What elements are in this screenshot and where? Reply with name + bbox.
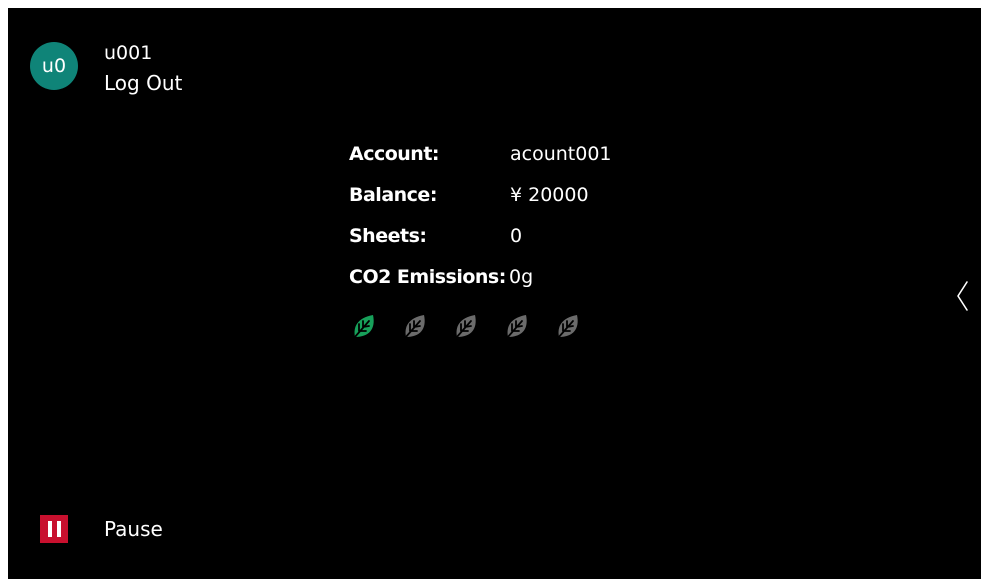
chevron-left-icon[interactable] [952,276,972,316]
leaf-icon [404,315,425,339]
account-value: acount001 [510,142,612,165]
balance-label: Balance: [349,183,437,206]
leaf-icon [557,315,578,339]
co2-value: 0g [509,265,534,288]
co2-label: CO2 Emissions: [349,265,506,288]
user-id: u001 [104,42,153,64]
pause-button[interactable]: Pause [40,515,163,543]
account-info: Account: acount001 Balance: ¥ 20000 Shee… [349,133,612,341]
user-info: u001 Log Out [104,40,182,98]
pause-label: Pause [104,517,163,541]
logout-button[interactable]: Log Out [104,68,182,98]
co2-row: CO2 Emissions: 0g [349,256,612,297]
avatar[interactable]: u0 [30,42,78,90]
balance-value: ¥ 20000 [510,183,589,206]
user-panel: u0 u001 Log Out [30,40,182,98]
kiosk-screen: u0 u001 Log Out Account: acount001 Balan… [8,8,981,579]
account-row: Account: acount001 [349,133,612,174]
leaf-icon [353,315,374,339]
account-label: Account: [349,142,440,165]
balance-row: Balance: ¥ 20000 [349,174,612,215]
sheets-label: Sheets: [349,224,427,247]
leaf-icon [455,315,476,339]
eco-rating [349,311,612,341]
sheets-row: Sheets: 0 [349,215,612,256]
pause-icon[interactable] [40,515,68,543]
sheets-value: 0 [510,224,523,247]
leaf-icon [506,315,527,339]
